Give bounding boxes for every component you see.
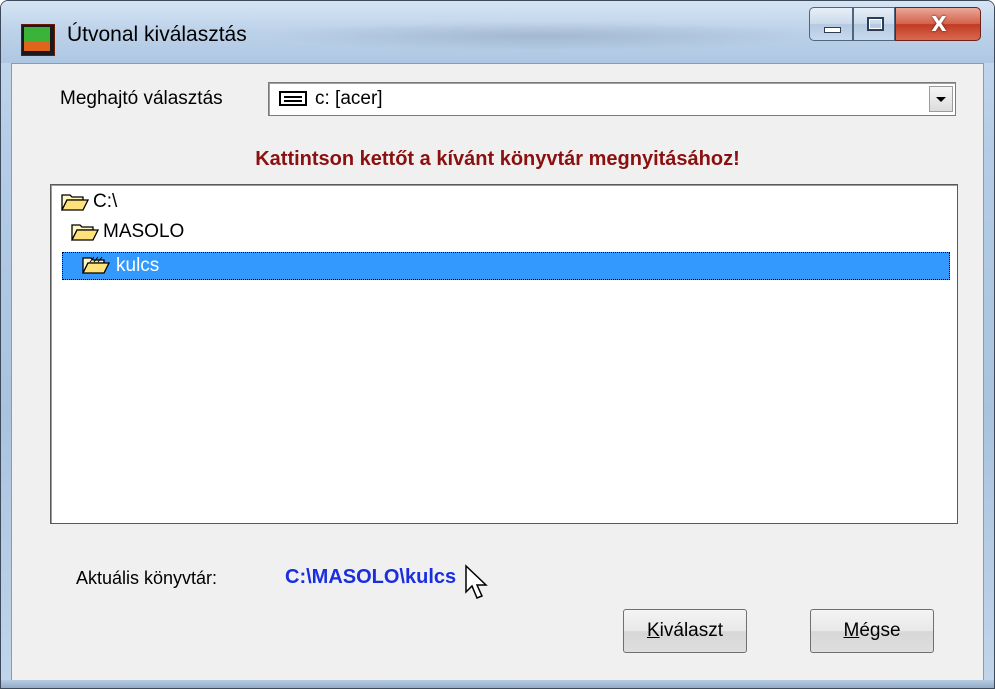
list-item[interactable]: C:\ [59,188,359,216]
minimize-button[interactable] [809,7,853,41]
cancel-button-mnemonic: M [843,620,860,641]
current-dir-label: Aktuális könyvtár: [76,568,218,588]
open-folder-icon [82,256,110,274]
list-item-selected[interactable]: kulcs [62,252,950,280]
directory-list[interactable]: C:\ MASOLO kulcs [50,184,958,524]
drive-selected-value: c: [acer] [315,88,383,109]
drive-label: Meghajtó választás [60,88,223,109]
dialog-body: Meghajtó választás c: [acer] Kattintson … [11,63,984,681]
maximize-icon [867,17,884,31]
open-folder-icon [61,194,89,211]
window-title: Útvonal kiválasztás [67,23,247,46]
app-icon[interactable] [21,24,55,56]
select-button-label: iválaszt [659,620,724,641]
close-icon: X [931,12,947,36]
window-bottom-border [1,680,994,688]
cancel-button-label: égse [859,620,901,641]
list-item[interactable]: MASOLO [69,218,369,246]
open-folder-icon [71,224,99,241]
cancel-button[interactable]: Mégse [810,609,934,653]
drive-dropdown[interactable]: c: [acer] [268,82,956,116]
title-bar[interactable]: Útvonal kiválasztás X [1,1,994,63]
drive-icon [279,91,307,106]
select-button-mnemonic: K [646,620,660,641]
instruction-text: Kattintson kettőt a kívánt könyvtár megn… [255,148,740,170]
mouse-cursor-icon [465,564,488,599]
path-select-window: Útvonal kiválasztás X Meghajtó választás… [0,0,995,689]
current-dir-value: C:\MASOLO\kulcs [285,566,457,588]
close-button[interactable]: X [895,7,981,41]
chevron-down-icon[interactable] [929,86,953,112]
directory-name: C:\ [93,191,118,212]
select-button[interactable]: Kiválaszt [623,609,747,653]
directory-name: kulcs [116,255,160,276]
minimize-icon [824,27,841,33]
directory-name: MASOLO [103,221,185,242]
maximize-button[interactable] [853,7,895,41]
